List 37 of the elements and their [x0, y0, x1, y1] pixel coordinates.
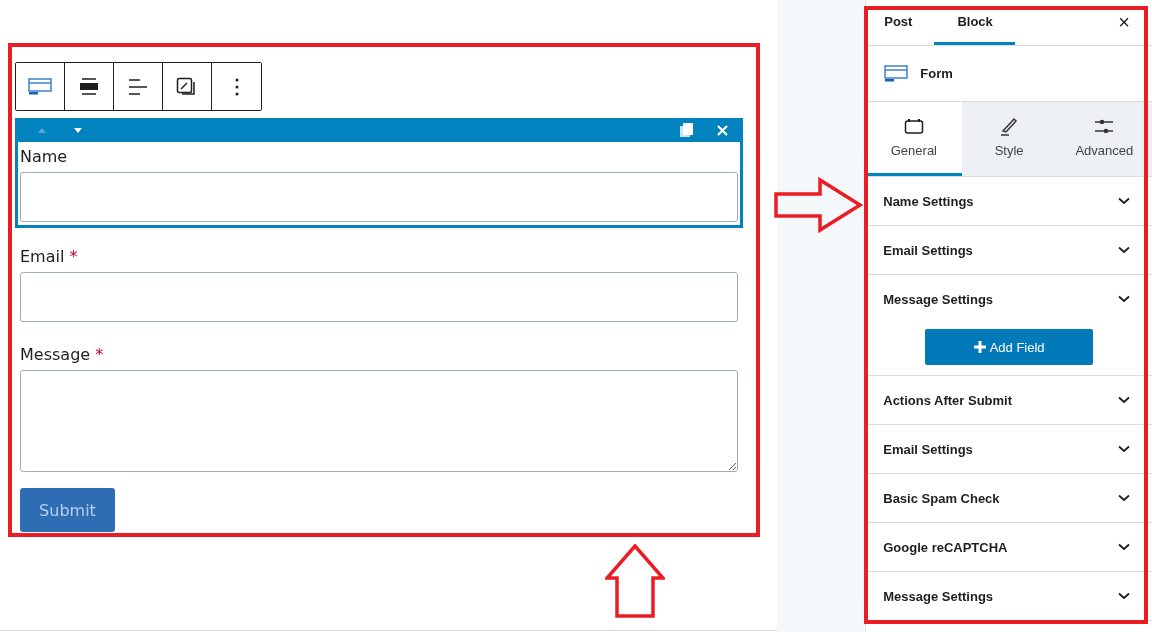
field-label: Message * — [20, 344, 105, 366]
chevron-down-icon — [1118, 295, 1130, 303]
chevron-down-icon — [1118, 197, 1130, 205]
field-label: Email * — [20, 246, 79, 268]
sidebar-tab[interactable]: Block — [934, 0, 1015, 45]
toolbar-button[interactable] — [16, 63, 65, 110]
align-left-icon — [127, 76, 149, 97]
more-icon — [234, 77, 239, 96]
input-field[interactable] — [20, 172, 738, 222]
chevron-down-icon — [1118, 396, 1130, 404]
close-icon — [715, 123, 729, 137]
brush-icon — [999, 117, 1020, 137]
input-field[interactable] — [20, 272, 738, 322]
calendar-icon — [903, 117, 924, 137]
field-label: Name — [20, 146, 69, 168]
block-name: Form — [920, 66, 953, 81]
close-button[interactable]: × — [1104, 0, 1144, 45]
panel-tab[interactable]: Style — [961, 102, 1057, 176]
copy-icon — [678, 122, 694, 138]
form-icon — [884, 63, 909, 84]
message-field[interactable] — [20, 370, 738, 472]
up-icon — [37, 126, 47, 134]
chevron-down-icon — [1118, 445, 1130, 453]
align-wide-icon — [78, 76, 100, 97]
chevron-down-icon — [1118, 494, 1130, 502]
add-field-button[interactable]: Add Field — [925, 329, 1094, 365]
chevron-down-icon — [1118, 592, 1130, 600]
arrow-right-icon — [774, 176, 864, 234]
plus-icon — [973, 341, 986, 353]
sidebar-tab[interactable]: Post — [872, 0, 925, 45]
form-icon — [28, 76, 52, 97]
arrow-up-icon — [605, 544, 665, 619]
edit-icon — [176, 76, 198, 97]
chevron-down-icon — [1118, 246, 1130, 254]
down-icon — [73, 126, 83, 134]
panel-tab[interactable]: Advanced — [1056, 102, 1152, 176]
chevron-down-icon — [1118, 543, 1130, 551]
